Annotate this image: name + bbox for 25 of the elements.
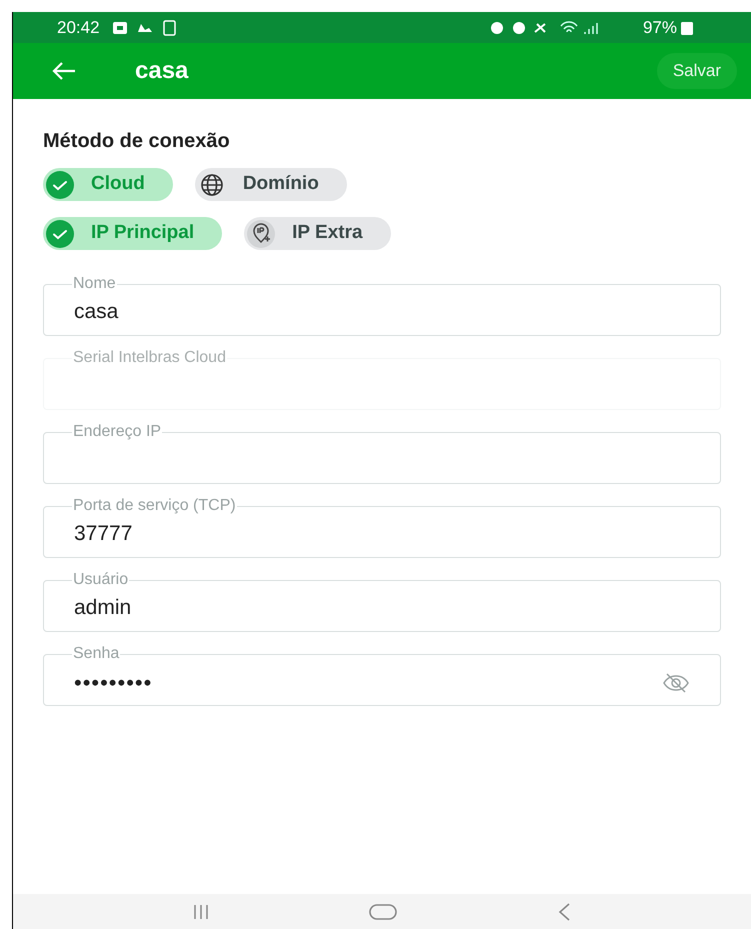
- page-title: casa: [135, 56, 188, 86]
- filter-chip[interactable]: Domínio: [194, 168, 347, 201]
- field-value: admin: [74, 595, 132, 621]
- field-label: Usuário: [72, 570, 130, 590]
- recent-apps-icon[interactable]: [193, 904, 209, 920]
- field-value: 37777: [74, 521, 134, 547]
- location-pin-icon: [246, 218, 276, 248]
- status-time: 20:42: [57, 16, 100, 39]
- battery-percent: 97%: [642, 16, 677, 39]
- section-title: Método de conexão: [43, 129, 231, 154]
- eye-off-icon[interactable]: [662, 672, 690, 694]
- check-icon: [45, 218, 75, 248]
- back-icon[interactable]: [557, 902, 571, 922]
- field-value: casa: [74, 299, 120, 325]
- back-arrow-icon[interactable]: [51, 61, 77, 81]
- battery-icon: [681, 20, 693, 34]
- filter-chip[interactable]: IP Extra: [244, 217, 391, 250]
- field-label: Porta de serviço (TCP): [72, 496, 237, 516]
- field-label: Serial Intelbras Cloud: [72, 348, 227, 368]
- home-icon[interactable]: [369, 902, 397, 920]
- field-label: Senha: [72, 644, 120, 664]
- field-label: Endereço IP: [72, 422, 162, 442]
- field-label: Nome: [72, 274, 117, 294]
- password-value: •••••••••: [74, 669, 154, 697]
- check-icon: [45, 170, 75, 200]
